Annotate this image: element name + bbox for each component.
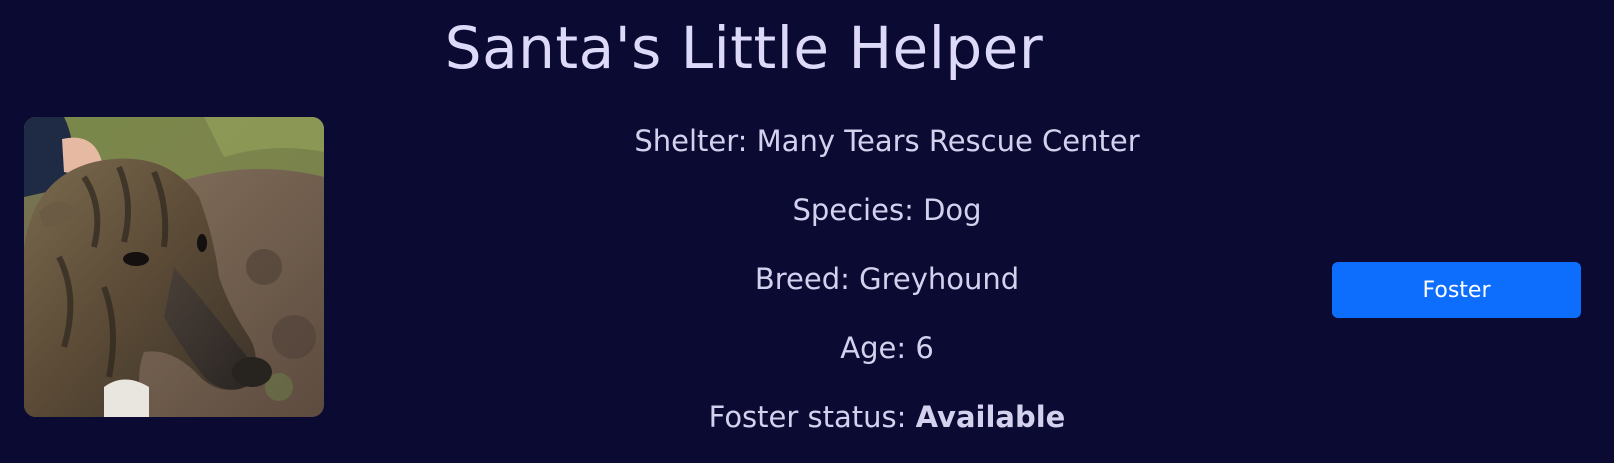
- foster-status-detail: Foster status: Available: [500, 394, 1274, 440]
- shelter-label: Shelter:: [634, 124, 748, 158]
- foster-status-label: Foster status:: [708, 400, 907, 434]
- pet-details: Shelter: Many Tears Rescue Center Specie…: [500, 118, 1274, 463]
- age-label: Age:: [840, 331, 907, 365]
- age-value: 6: [915, 331, 934, 365]
- pet-name-title: Santa's Little Helper: [444, 14, 1044, 82]
- breed-label: Breed:: [754, 262, 850, 296]
- breed-detail: Breed: Greyhound: [500, 256, 1274, 302]
- pet-photo: [24, 117, 324, 417]
- foster-status-value: Available: [915, 400, 1066, 434]
- shelter-detail: Shelter: Many Tears Rescue Center: [500, 118, 1274, 164]
- foster-button[interactable]: Foster: [1332, 262, 1581, 318]
- shelter-value: Many Tears Rescue Center: [756, 124, 1140, 158]
- age-detail: Age: 6: [500, 325, 1274, 371]
- species-value: Dog: [923, 193, 982, 227]
- species-detail: Species: Dog: [500, 187, 1274, 233]
- species-label: Species:: [792, 193, 914, 227]
- breed-value: Greyhound: [859, 262, 1020, 296]
